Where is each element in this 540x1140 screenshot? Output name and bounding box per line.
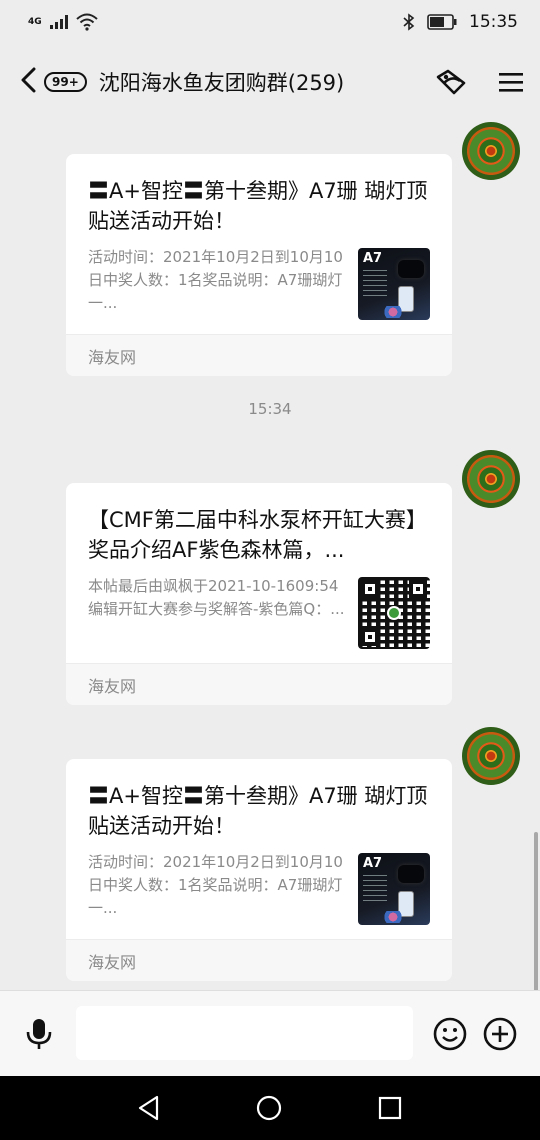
input-bar <box>0 990 540 1076</box>
link-card[interactable]: 【CMF第二届中科水泵杯开缸大赛】奖品介绍AF紫色森林篇，... 本帖最后由飒枫… <box>66 483 452 705</box>
menu-icon[interactable] <box>498 71 524 93</box>
header-actions <box>434 67 524 97</box>
link-card[interactable]: 〓A+智控〓第十叁期》A7珊 瑚灯顶贴送活动开始！ 活动时间：2021年10月2… <box>66 759 452 981</box>
card-title: 〓A+智控〓第十叁期》A7珊 瑚灯顶贴送活动开始！ <box>88 179 428 233</box>
sender-avatar[interactable] <box>462 450 520 508</box>
card-thumbnail: A7 <box>358 248 430 320</box>
card-description: 本帖最后由飒枫于2021-10-1609:54编辑开缸大赛参与奖解答-紫色篇Q：… <box>88 577 345 618</box>
recents-square-icon[interactable] <box>377 1095 403 1121</box>
forward-link-icon[interactable] <box>434 67 468 97</box>
status-time: 15:35 <box>469 12 518 32</box>
link-card[interactable]: 〓A+智控〓第十叁期》A7珊 瑚灯顶贴送活动开始！ 活动时间：2021年10月2… <box>66 154 452 376</box>
thumbnail-label: A7 <box>363 856 383 871</box>
message-input[interactable] <box>76 1006 413 1060</box>
emoji-icon[interactable] <box>433 1017 467 1051</box>
wifi-icon <box>75 13 98 31</box>
card-source: 海友网 <box>66 939 452 981</box>
status-left: 4G <box>28 13 98 31</box>
sender-avatar[interactable] <box>462 727 520 785</box>
card-title: 〓A+智控〓第十叁期》A7珊 瑚灯顶贴送活动开始！ <box>88 784 428 838</box>
bluetooth-icon <box>403 13 415 31</box>
sender-avatar[interactable] <box>462 122 520 180</box>
card-description: 活动时间：2021年10月2日到10月10日中奖人数：1名奖品说明：A7珊瑚灯一… <box>88 248 343 312</box>
qr-code-thumbnail <box>358 577 430 649</box>
thumbnail-label: A7 <box>363 251 383 266</box>
signal-icon <box>49 15 68 29</box>
home-circle-icon[interactable] <box>255 1094 283 1122</box>
chat-header: 99+ 沈阳海水鱼友团购群(259) <box>0 52 540 112</box>
card-title: 【CMF第二届中科水泵杯开缸大赛】奖品介绍AF紫色森林篇，... <box>88 508 427 562</box>
back-button[interactable] <box>20 66 38 98</box>
system-nav-bar <box>0 1076 540 1140</box>
card-source: 海友网 <box>66 663 452 705</box>
status-bar: 4G 15:35 <box>0 0 540 44</box>
status-right: 15:35 <box>403 12 518 32</box>
chevron-left-icon <box>21 67 36 93</box>
card-source: 海友网 <box>66 334 452 376</box>
network-type: 4G <box>28 16 42 27</box>
scrollbar[interactable] <box>534 832 538 992</box>
back-triangle-icon[interactable] <box>137 1095 161 1121</box>
microphone-icon[interactable] <box>24 1017 54 1051</box>
chat-title: 沈阳海水鱼友团购群(259) <box>98 71 345 95</box>
card-description: 活动时间：2021年10月2日到10月10日中奖人数：1名奖品说明：A7珊瑚灯一… <box>88 853 343 917</box>
message-timestamp: 15:34 <box>248 400 292 418</box>
plus-circle-icon[interactable] <box>483 1017 517 1051</box>
card-thumbnail: A7 <box>358 853 430 925</box>
unread-badge[interactable]: 99+ <box>44 72 87 92</box>
battery-icon <box>427 14 457 30</box>
